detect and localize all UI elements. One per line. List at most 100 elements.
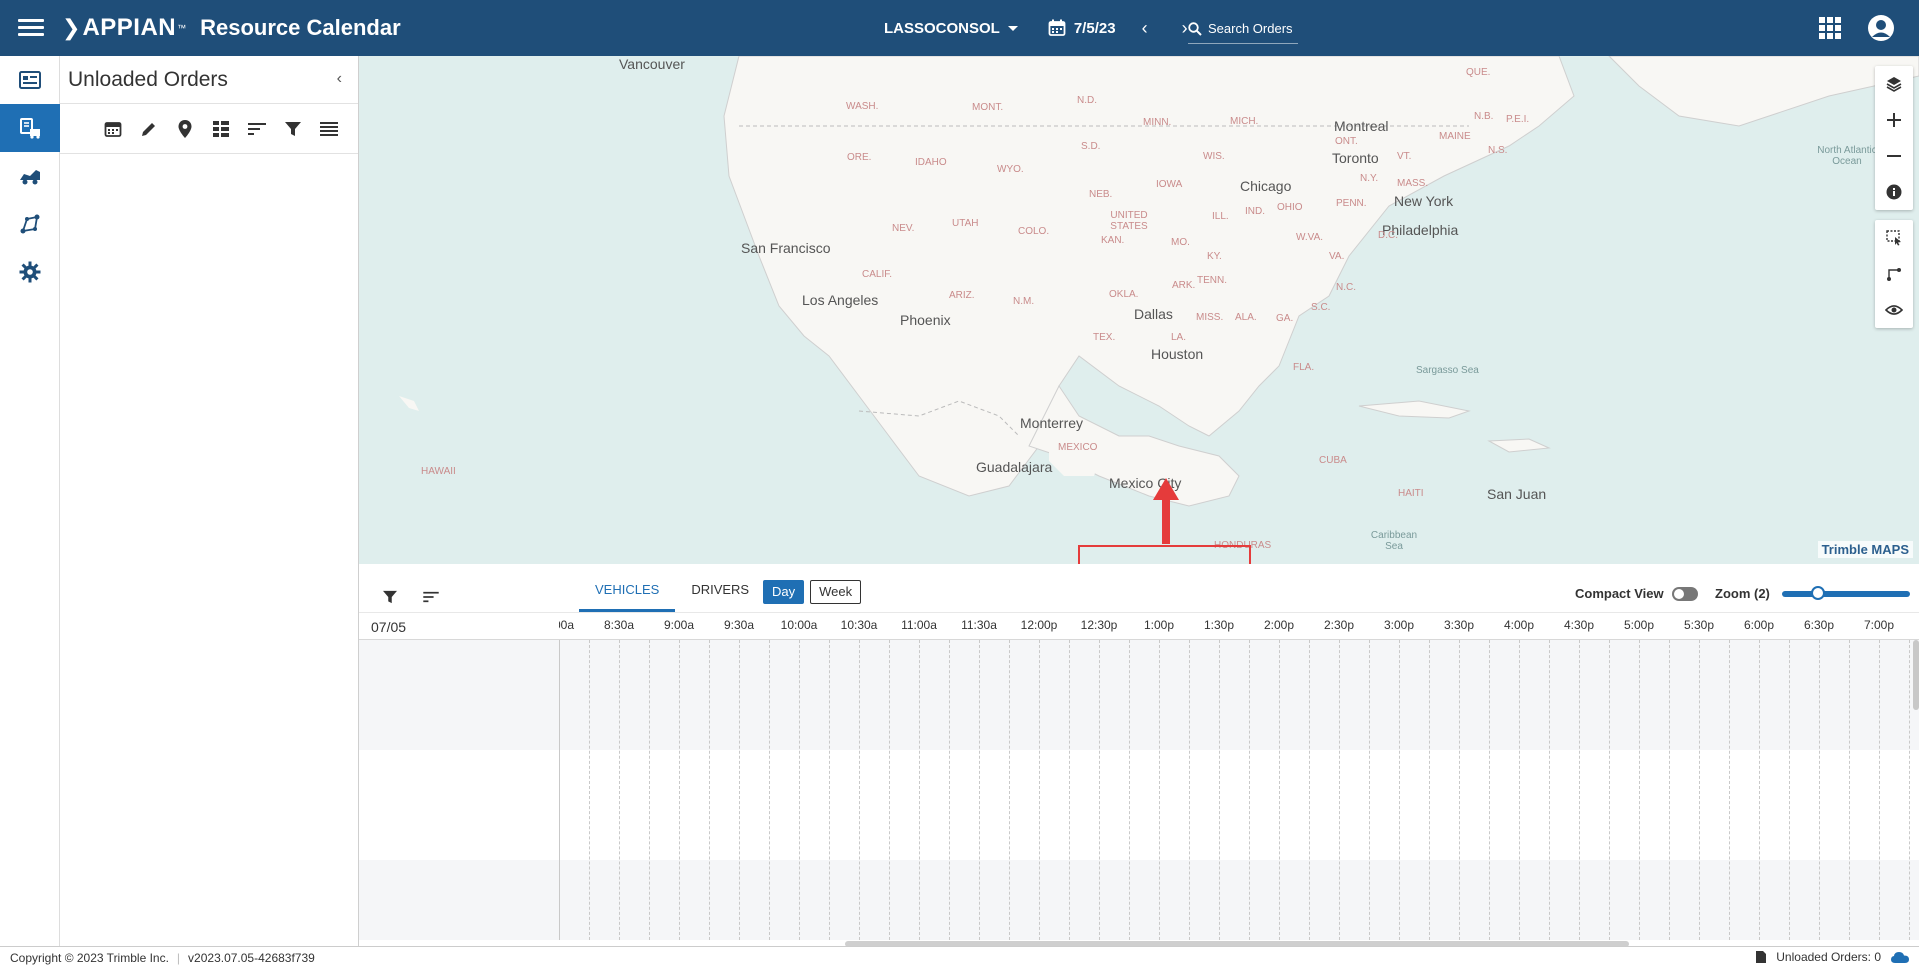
map-label: North Atlantic Ocean <box>1817 145 1877 167</box>
week-view-button[interactable]: Week <box>810 580 862 604</box>
timeline-grid <box>559 640 1919 940</box>
grid-line <box>619 640 620 940</box>
layers-button[interactable] <box>1875 66 1913 102</box>
collapse-panel-button[interactable]: ‹ <box>337 70 342 88</box>
map-label: Phoenix <box>900 312 951 328</box>
search-icon <box>1188 21 1202 36</box>
map-label: S.C. <box>1311 302 1331 313</box>
map-label: CALIF. <box>862 269 893 280</box>
grid-line <box>1429 640 1430 940</box>
time-label: 6:30p <box>1803 618 1835 632</box>
map-label: N.S. <box>1488 145 1508 156</box>
map-label: GA. <box>1276 313 1294 324</box>
map-label: PENN. <box>1336 198 1367 209</box>
map-label: FLA. <box>1293 362 1315 373</box>
left-nav-rail <box>0 56 60 946</box>
copyright-text: Copyright © 2023 Trimble Inc. <box>10 950 169 965</box>
grid-line <box>1759 640 1760 940</box>
map-label: CUBA <box>1319 455 1347 466</box>
day-view-button[interactable]: Day <box>763 580 805 604</box>
tenant-label: LASSOCONSOL <box>884 19 1000 37</box>
map-label: HAWAII <box>421 466 456 477</box>
tab-drivers[interactable]: DRIVERS <box>675 580 765 612</box>
edit-button[interactable] <box>138 118 160 140</box>
orders-card-icon <box>19 71 41 89</box>
map-label: QUE. <box>1466 67 1491 78</box>
appian-logo-icon: ❯ <box>62 15 81 40</box>
zoom-slider[interactable] <box>1781 585 1910 600</box>
grid-line <box>1219 640 1220 940</box>
grid-line <box>1579 640 1580 940</box>
vertical-scrollbar[interactable] <box>1913 640 1919 710</box>
compact-view-toggle[interactable] <box>1671 586 1698 601</box>
sort-button[interactable] <box>246 118 268 140</box>
map-label: KY. <box>1207 251 1222 262</box>
map-attribution[interactable]: Trimble MAPS <box>1817 541 1913 558</box>
select-area-button[interactable] <box>1875 220 1913 256</box>
tab-vehicles[interactable]: VEHICLES <box>579 580 676 612</box>
time-label: 1:00p <box>1143 618 1175 632</box>
hamburger-icon <box>18 19 44 37</box>
rail-item-fleet[interactable] <box>0 152 60 200</box>
rail-item-orders[interactable] <box>0 56 60 104</box>
map-label: KAN. <box>1101 235 1125 246</box>
tenant-dropdown[interactable]: LASSOCONSOL <box>884 20 1018 37</box>
map-label: N.C. <box>1336 282 1356 293</box>
filter-button[interactable] <box>282 118 304 140</box>
location-button[interactable] <box>174 118 196 140</box>
resource-tabs: VEHICLES DRIVERS <box>579 580 765 612</box>
map-view[interactable]: Vancouver San Francisco Los Angeles Phoe… <box>359 56 1919 564</box>
search-input[interactable]: Search Orders <box>1208 21 1293 36</box>
grid-line <box>1879 640 1880 940</box>
time-label: 3:30p <box>1443 618 1475 632</box>
map-label: ORE. <box>847 152 872 163</box>
grid-line <box>799 640 800 940</box>
grid-line <box>1489 640 1490 940</box>
app-title: Resource Calendar <box>200 15 401 40</box>
grid-list-button[interactable] <box>210 118 232 140</box>
sort-icon[interactable] <box>423 591 439 603</box>
account-avatar-icon[interactable] <box>1867 14 1895 42</box>
grid-line <box>1819 640 1820 940</box>
zoom-in-button[interactable] <box>1875 102 1913 138</box>
previous-day-button[interactable]: ‹ <box>1134 18 1156 39</box>
grid-line <box>1849 640 1850 940</box>
orders-document-icon <box>1756 951 1767 963</box>
info-button[interactable] <box>1875 174 1913 210</box>
map-label: OKLA. <box>1109 289 1139 300</box>
visibility-button[interactable] <box>1875 292 1913 328</box>
map-tools-group <box>1875 220 1913 328</box>
map-label: San Juan <box>1487 486 1547 502</box>
map-label: Guadalajara <box>976 459 1053 475</box>
rail-item-dispatch[interactable] <box>0 104 60 152</box>
date-picker[interactable]: 7/5/23 <box>1048 19 1116 37</box>
zoom-out-button[interactable] <box>1875 138 1913 174</box>
menu-button[interactable] <box>0 0 62 56</box>
status-footer: Copyright © 2023 Trimble Inc. | v2023.07… <box>0 946 1919 968</box>
map-label: Los Angeles <box>802 292 879 308</box>
map-label: WIS. <box>1203 151 1225 162</box>
filter-icon[interactable] <box>383 590 397 604</box>
search-orders[interactable]: Search Orders <box>1188 14 1298 44</box>
zoom-slider-thumb[interactable] <box>1810 585 1825 600</box>
apps-grid-icon[interactable] <box>1819 17 1841 39</box>
route-draw-icon <box>1887 268 1901 281</box>
time-label: 9:00a <box>663 618 695 632</box>
view-toggle: Day Week <box>763 580 862 604</box>
grid-line <box>1189 640 1190 940</box>
calendar-button[interactable] <box>102 118 124 140</box>
map-label: N.M. <box>1013 296 1035 307</box>
trademark: ™ <box>177 23 187 33</box>
rail-item-routes[interactable] <box>0 200 60 248</box>
grid-line <box>1369 640 1370 940</box>
map-label: NEV. <box>892 223 915 234</box>
time-labels: 8:00a 8:30a 9:00a 9:30a 10:00a 10:30a 11:00a 11… <box>559 613 1919 641</box>
list-button[interactable] <box>318 118 340 140</box>
time-label: 11:00a <box>901 618 937 632</box>
cloud-icon <box>1891 952 1909 963</box>
route-draw-button[interactable] <box>1875 256 1913 292</box>
grid-line <box>1909 640 1910 940</box>
grid-line <box>979 640 980 940</box>
rail-item-settings[interactable] <box>0 248 60 296</box>
unloaded-orders-panel: Unloaded Orders ‹ <box>60 56 359 946</box>
